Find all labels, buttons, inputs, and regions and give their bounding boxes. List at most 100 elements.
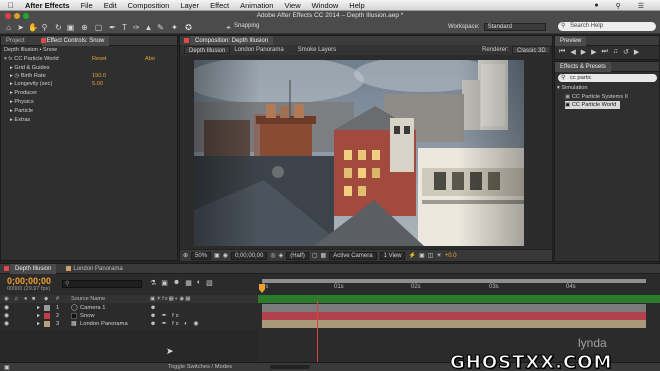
subtab-smoke-layers[interactable]: Smoke Layers — [298, 47, 336, 53]
visibility-eye-icon[interactable]: ◉ — [4, 320, 9, 328]
tab-project[interactable]: Project — [1, 36, 30, 46]
menu-composition[interactable]: Composition — [128, 1, 170, 10]
tab-composition[interactable]: Composition: Depth Illusion — [190, 35, 274, 46]
layer-row[interactable]: ◉ ▸ 2 Snow ☻ ✒ fx — [0, 312, 258, 320]
exposure-icon[interactable]: ☀ — [436, 252, 441, 259]
eraser-tool-icon[interactable]: ✎ — [156, 23, 165, 32]
roto-brush-tool-icon[interactable]: ✦ — [170, 23, 179, 32]
tab-london-panorama[interactable]: London Panorama — [68, 264, 127, 274]
label-icon[interactable]: ◆ — [44, 295, 48, 303]
home-tool-icon[interactable]: ⌂ — [4, 23, 13, 32]
menu-layer[interactable]: Layer — [180, 1, 199, 10]
comp-mini-flowchart-icon[interactable]: ⚗ — [150, 279, 156, 287]
magnifier-icon[interactable]: ⊕ — [183, 252, 188, 259]
next-frame-icon[interactable]: ▶ — [591, 48, 596, 56]
menu-view[interactable]: View — [284, 1, 300, 10]
effects-search-input[interactable]: ⚲ cc partic — [558, 74, 657, 82]
tab-effect-controls[interactable]: Effect Controls: Snow — [41, 35, 110, 46]
workspace-dropdown[interactable]: Standard — [483, 23, 546, 31]
timeline-search-input[interactable]: ⚲ — [62, 280, 142, 288]
rectangle-tool-icon[interactable]: ▢ — [94, 23, 103, 32]
audio-icon[interactable]: ♫ — [14, 295, 18, 303]
prop-physics[interactable]: ▸ Physics — [10, 98, 34, 106]
snapping-checkbox[interactable]: Snapping — [234, 23, 259, 29]
snapshot-icon[interactable]: ◉ — [223, 252, 228, 259]
tab-depth-illusion[interactable]: Depth Illusion — [10, 263, 57, 274]
brush-tool-icon[interactable]: ✑ — [132, 23, 141, 32]
flowchart-icon[interactable]: ◫ — [428, 252, 434, 259]
layer-bar-camera[interactable] — [262, 304, 646, 312]
selection-tool-icon[interactable]: ➤ — [16, 23, 25, 32]
pen-tool-icon[interactable]: ✒ — [108, 23, 117, 32]
search-help-input[interactable]: ⚲ Search Help — [558, 22, 656, 31]
expand-arrow-icon[interactable]: ▸ — [37, 304, 40, 312]
visibility-eye-icon[interactable]: ◉ — [4, 312, 9, 320]
loop-icon[interactable]: ↺ — [623, 48, 629, 56]
longevity-value[interactable]: 5.00 — [92, 80, 103, 88]
prop-extras[interactable]: ▸ Extras — [10, 116, 30, 124]
effect-item-particle-world[interactable]: ▣ CC Particle World — [565, 101, 621, 109]
birth-rate-value[interactable]: 150.0 — [92, 72, 106, 80]
last-frame-icon[interactable]: ⏭ — [601, 48, 607, 56]
zoom-dropdown[interactable]: 50% — [191, 251, 212, 260]
resolution-dropdown[interactable]: (Half) — [286, 251, 309, 260]
reset-link[interactable]: Reset — [92, 55, 107, 63]
puppet-tool-icon[interactable]: ✪ — [184, 23, 193, 32]
menu-edit[interactable]: Edit — [104, 1, 117, 10]
layer-label-swatch[interactable] — [44, 305, 50, 311]
clone-stamp-tool-icon[interactable]: ▲ — [144, 23, 153, 32]
fx-icon[interactable]: ▾ fx — [4, 56, 14, 62]
toggle-switches-modes[interactable]: Toggle Switches / Modes — [168, 364, 232, 370]
camera-tool-icon[interactable]: ▣ — [66, 23, 75, 32]
play-icon[interactable]: ▶ — [581, 48, 586, 56]
safe-zones-icon[interactable]: ▣ — [214, 252, 220, 259]
timeline-link-icon[interactable]: ▣ — [419, 252, 425, 259]
zoom-tool-icon[interactable]: ⚲ — [40, 23, 49, 32]
layer-bar-london[interactable] — [262, 320, 646, 328]
renderer-dropdown[interactable]: Classic 3D — [512, 46, 551, 54]
composition-viewer[interactable] — [194, 60, 524, 246]
expand-arrow-icon[interactable]: ▸ — [37, 312, 40, 320]
menu-file[interactable]: File — [81, 1, 93, 10]
motion-blur-icon[interactable]: ◐ — [197, 279, 201, 287]
about-link[interactable]: Abo — [145, 55, 155, 63]
source-name-header[interactable]: Source Name — [71, 295, 105, 303]
snapping-icon[interactable]: ⌖ — [224, 23, 233, 32]
subtab-depth-illusion[interactable]: Depth Illusion — [184, 46, 231, 54]
layer-row[interactable]: ◉ ▸ 1 ◯ Camera 1 ☻ — [0, 304, 258, 312]
shy-icon[interactable]: ☻ — [173, 279, 180, 287]
layer-name[interactable]: London Panorama — [80, 320, 128, 328]
tab-effects-presets[interactable]: Effects & Presets — [555, 61, 611, 72]
wifi-icon[interactable]: ● — [594, 2, 598, 9]
viewer-timecode[interactable]: 0;00;00;00 — [230, 251, 268, 260]
channel-icon[interactable]: ◈ — [279, 252, 284, 259]
eye-icon[interactable]: ◉ — [4, 295, 9, 303]
transparency-grid-icon[interactable]: ▦ — [321, 252, 327, 259]
first-frame-icon[interactable]: ⏮ — [559, 48, 565, 56]
region-icon[interactable]: ▢ — [312, 252, 318, 259]
layer-label-swatch[interactable] — [44, 321, 50, 327]
pan-behind-tool-icon[interactable]: ⊕ — [80, 23, 89, 32]
view-layout-dropdown[interactable]: 1 View — [379, 251, 406, 260]
menu-help[interactable]: Help — [349, 1, 364, 10]
prop-producer[interactable]: ▸ Producer — [10, 89, 37, 97]
spotlight-icon[interactable]: ⚲ — [616, 2, 621, 10]
category-simulation[interactable]: ▾ Simulation — [557, 84, 588, 93]
layer-switches-icon[interactable]: ☻ ✒ fx ◐ ◉ — [150, 320, 200, 328]
camera-dropdown[interactable]: Active Camera — [329, 251, 377, 260]
ram-preview-icon[interactable]: ▶ — [634, 48, 639, 56]
tab-preview[interactable]: Preview — [555, 35, 587, 46]
layer-switches-icon[interactable]: ☻ ✒ fx — [150, 312, 181, 320]
stopwatch-icon[interactable]: ▸ ◷ — [10, 73, 21, 79]
prop-particle[interactable]: ▸ Particle — [10, 107, 33, 115]
current-time-indicator[interactable] — [317, 300, 318, 362]
solo-icon[interactable]: ● — [24, 295, 27, 303]
rotate-tool-icon[interactable]: ↻ — [54, 23, 63, 32]
layer-switches-toggle-icon[interactable]: ▣ — [4, 364, 10, 371]
app-menu[interactable]: After Effects — [25, 1, 70, 10]
fast-previews-icon[interactable]: ⚡ — [408, 252, 415, 259]
layer-bar-snow[interactable] — [262, 312, 646, 320]
apple-icon[interactable]:  — [8, 1, 14, 10]
visibility-eye-icon[interactable]: ◉ — [4, 304, 9, 312]
subtab-london-panorama[interactable]: London Panorama — [234, 47, 283, 53]
